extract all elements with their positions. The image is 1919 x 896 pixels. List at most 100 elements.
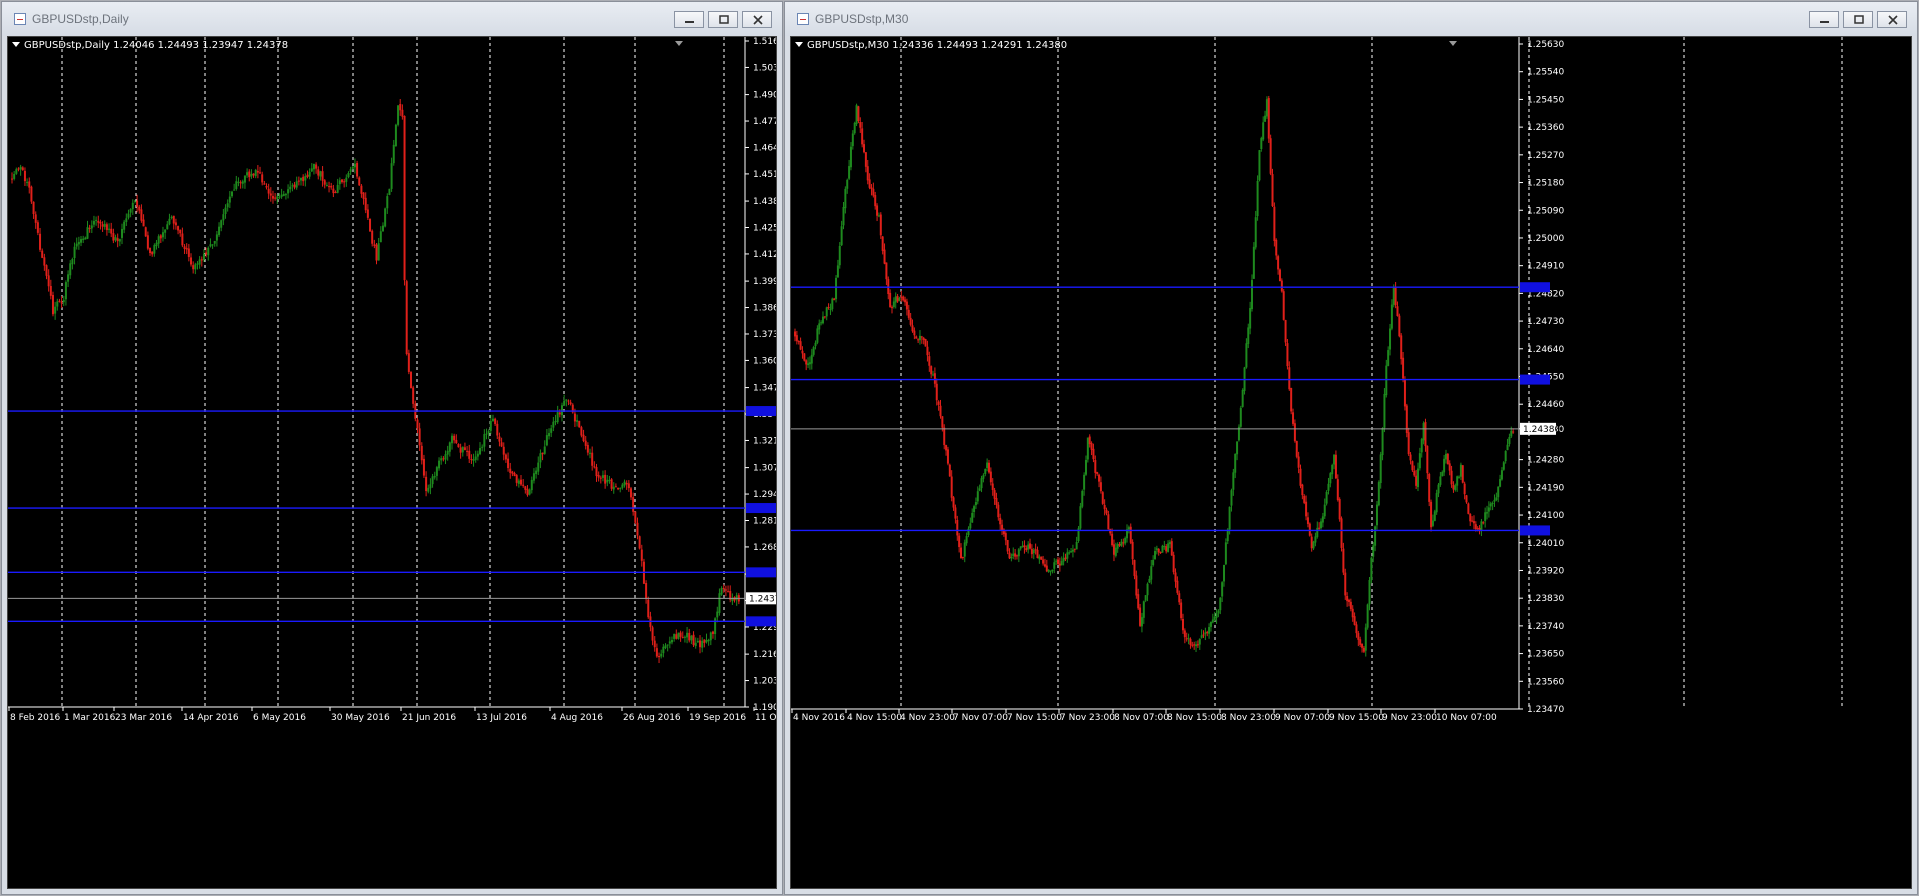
candle-body — [1415, 475, 1418, 486]
candle-body — [1116, 544, 1119, 549]
candle-body — [1015, 555, 1018, 557]
restore-button[interactable] — [708, 11, 738, 28]
candle-body — [133, 200, 136, 202]
candle-body — [586, 444, 589, 453]
candle-body — [233, 189, 236, 191]
candle-body — [360, 185, 363, 194]
chart-shift-icon[interactable] — [675, 41, 683, 46]
candle-body — [597, 475, 600, 478]
y-tick-label: 1.43835 — [753, 197, 777, 207]
candle-body — [591, 452, 594, 466]
candle-body — [589, 452, 592, 454]
candle-body — [1124, 537, 1127, 544]
candle-body — [939, 405, 942, 417]
candle-body — [1338, 499, 1341, 520]
candle-body — [125, 218, 128, 222]
candle-body — [1465, 495, 1468, 503]
y-tick-label: 1.25270 — [1527, 151, 1564, 161]
candle-body — [54, 306, 57, 314]
candle-body — [1234, 453, 1237, 473]
minimize-button[interactable] — [1809, 11, 1839, 28]
title-bar[interactable]: GBPUSDstp,M30 — [785, 2, 1917, 36]
candle-body — [1299, 468, 1302, 486]
y-tick-label: 1.24460 — [1527, 400, 1564, 410]
restore-button[interactable] — [1843, 11, 1873, 28]
candle-body — [513, 473, 516, 476]
chart-window-m30[interactable]: GBPUSDstp,M30 1.25630 1.25540 1.25450 1.253… — [784, 1, 1918, 895]
candle-body — [1161, 545, 1164, 553]
candle-body — [662, 646, 665, 654]
candle-body — [1303, 495, 1306, 503]
price-chart-svg[interactable]: 1.25630 1.25540 1.25450 1.25360 1.25270 1.251… — [791, 37, 1912, 889]
level-price-marker — [746, 503, 776, 514]
candle-body — [617, 487, 620, 490]
candle-body — [159, 235, 162, 239]
candle-body — [1361, 643, 1364, 648]
candle-body — [23, 170, 26, 182]
candle-body — [127, 213, 130, 218]
candle-body — [842, 207, 845, 226]
candle-body — [1471, 520, 1474, 522]
close-button[interactable] — [1877, 11, 1907, 28]
dropdown-triangle-icon[interactable] — [795, 42, 803, 47]
candle-body — [950, 476, 953, 498]
candle-body — [924, 339, 927, 347]
candle-body — [1081, 490, 1084, 507]
candle-body — [928, 356, 931, 366]
chart-area-daily[interactable]: 1.51675 1.50380 1.49050 1.47755 1.46460 1.451… — [7, 36, 777, 889]
candle-body — [1422, 423, 1425, 441]
candle-body — [144, 227, 147, 237]
candle-body — [252, 173, 255, 176]
candle-body — [1127, 527, 1130, 530]
candle-body — [28, 181, 31, 188]
candle-body — [1101, 492, 1104, 504]
candle-body — [584, 440, 587, 446]
candle-body — [1204, 632, 1207, 635]
candle-body — [403, 115, 406, 281]
chart-shift-icon[interactable] — [1449, 41, 1457, 46]
candle-body — [876, 205, 879, 216]
x-tick-label: 7 Nov 23:00 — [1060, 713, 1115, 723]
candle-body — [384, 208, 387, 227]
chart-header[interactable]: GBPUSDstp,M30 1.24336 1.24493 1.24291 1.… — [795, 40, 1067, 51]
candle-body — [1409, 454, 1412, 461]
candle-body — [827, 307, 830, 309]
y-tick-label: 1.25630 — [1527, 40, 1564, 50]
candle-body — [1131, 541, 1134, 560]
candle-body — [386, 196, 389, 209]
close-button[interactable] — [742, 11, 772, 28]
candle-body — [263, 183, 266, 185]
title-bar[interactable]: GBPUSDstp,Daily — [2, 2, 782, 36]
candle-body — [1168, 542, 1171, 545]
candle-body — [377, 243, 380, 261]
close-icon — [1888, 15, 1898, 25]
candle-body — [545, 435, 548, 446]
minimize-button[interactable] — [674, 11, 704, 28]
candle-body — [1265, 99, 1268, 117]
candle-body — [1331, 465, 1334, 475]
y-tick-label: 1.36030 — [753, 356, 777, 366]
y-tick-label: 1.38620 — [753, 304, 777, 314]
candle-body — [237, 181, 240, 183]
candle-body — [846, 179, 849, 189]
candle-body — [833, 298, 836, 301]
symbol-ohlc-label: GBPUSDstp,M30 1.24336 1.24493 1.24291 1.… — [807, 40, 1068, 51]
candle-body — [890, 307, 893, 309]
price-chart-svg[interactable]: 1.51675 1.50380 1.49050 1.47755 1.46460 1.451… — [8, 37, 777, 889]
candle-body — [1372, 545, 1375, 557]
candle-body — [1452, 484, 1455, 490]
candle-body — [711, 631, 714, 634]
candle-body — [535, 470, 538, 475]
candle-body — [1312, 541, 1315, 549]
candle-body — [1254, 217, 1257, 248]
candle-body — [993, 490, 996, 499]
candle-body — [560, 405, 563, 416]
candle-body — [1504, 450, 1507, 462]
candle-body — [1178, 593, 1181, 603]
chart-header[interactable]: GBPUSDstp,Daily 1.24046 1.24493 1.23947 … — [12, 40, 288, 51]
candle-body — [920, 336, 923, 338]
dropdown-triangle-icon[interactable] — [12, 42, 20, 47]
chart-area-m30[interactable]: 1.25630 1.25540 1.25450 1.25360 1.25270 1.251… — [790, 36, 1912, 889]
chart-window-daily[interactable]: GBPUSDstp,Daily 1.51675 1.50380 1.49050 1.4… — [1, 1, 783, 895]
candle-body — [1329, 473, 1332, 484]
